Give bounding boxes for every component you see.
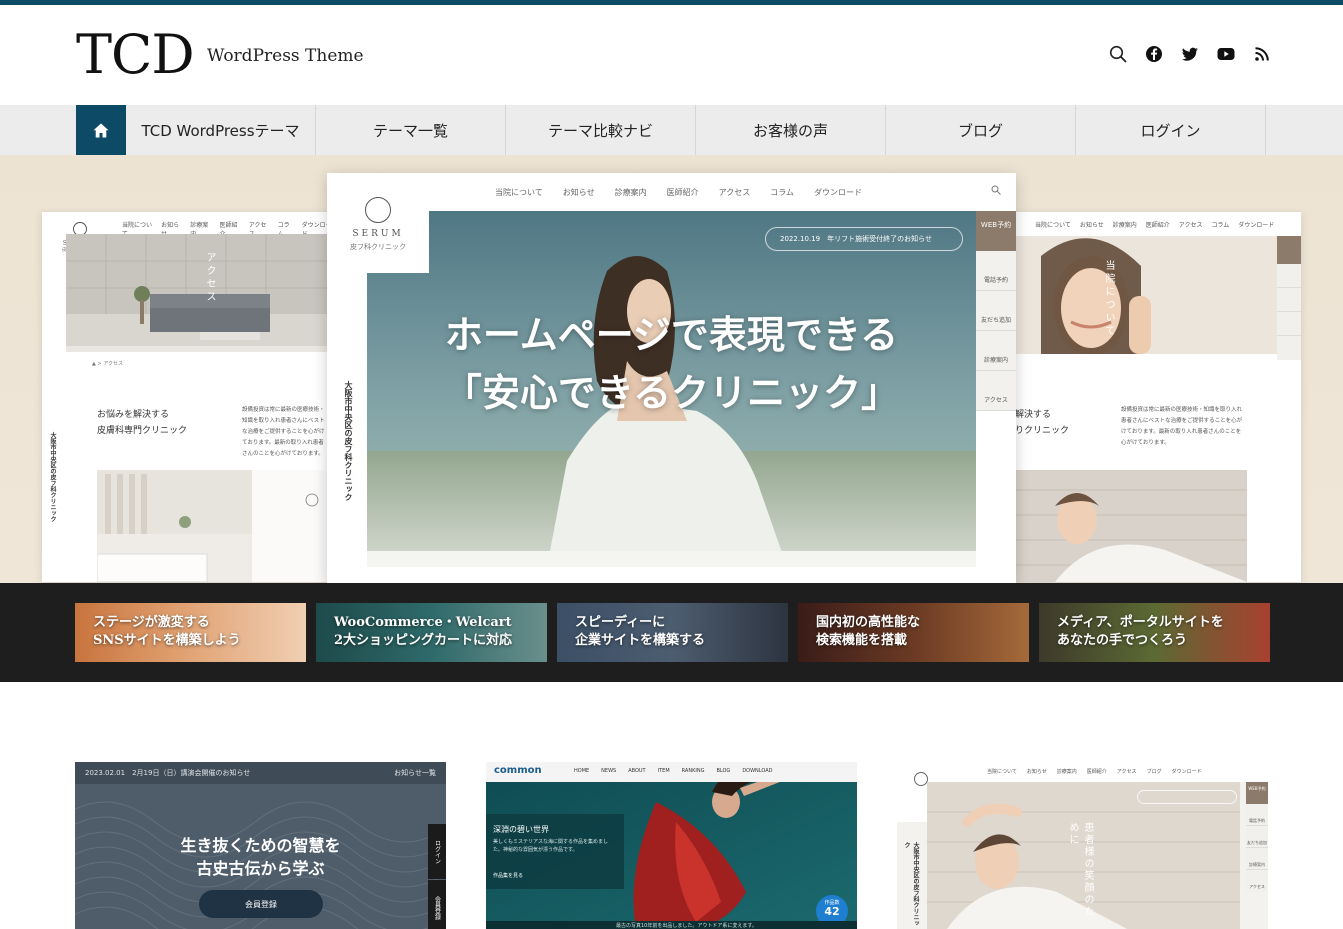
banner-search-line2: 検索機能を搭載 xyxy=(816,633,908,648)
header-icons xyxy=(1109,45,1271,63)
thumb-3-nav: 当院について お知らせ 診療案内 医師紹介 アクセス ブログ ダウンロード xyxy=(987,769,1202,775)
hero-left-preview: SERUM 皮フ科クリニック 当院についてお知らせ診療案内医師紹介アクセスコラム… xyxy=(42,212,332,582)
thumb-1-catchcopy: 生き抜くための智慧を 古史古伝から学ぶ xyxy=(180,836,341,878)
main-card-search-icon xyxy=(991,185,1001,195)
left-card-heading: お悩みを解決する 皮膚科専門クリニック xyxy=(97,410,188,436)
right-card-woman-photo xyxy=(1015,470,1247,582)
site-header: TCD WordPress Theme xyxy=(0,5,1343,105)
thumb-2-nav: HOME NEWS ABOUT ITEM RANKING BLOG DOWNLOAD xyxy=(574,768,773,774)
hero-slider[interactable]: SERUM 皮フ科クリニック 当院についてお知らせ診療案内医師紹介アクセスコラム… xyxy=(0,155,1343,583)
nav-item-customer-voice[interactable]: お客様の声 xyxy=(696,105,886,155)
side-web-reserve: WEB予約 xyxy=(976,211,1016,251)
banner-sns-line2: SNSサイトを構築しよう xyxy=(93,633,241,648)
nav-home-button[interactable] xyxy=(76,105,126,155)
youtube-icon[interactable] xyxy=(1217,45,1235,63)
left-card-lounge-photo xyxy=(66,234,328,352)
banner-strip: ステージが激変する SNSサイトを構築しよう WooCommerce・Welcar… xyxy=(0,583,1343,682)
thumb-1-side-register: 会員登録 xyxy=(428,880,446,929)
right-card-face-photo xyxy=(1011,236,1277,354)
banner-media-line2: あなたの手でつくろう xyxy=(1057,633,1188,648)
nav-item-tcd-wordpress[interactable]: TCD WordPressテーマ xyxy=(126,105,316,155)
right-card-body: 設備投資は常に最新の医療技術・知識を取り入れ患者さんにベストな治療をご提供するこ… xyxy=(1121,407,1243,446)
hero-right-preview: 当院について お知らせ 診療案内 医師紹介 アクセス コラム ダウンロード 当院について 解… xyxy=(1011,212,1301,582)
banner-media-line1: メディア、ポータルサイトを xyxy=(1057,615,1224,630)
twitter-icon[interactable] xyxy=(1181,45,1199,63)
nav-item-blog[interactable]: ブログ xyxy=(886,105,1076,155)
site-tagline: WordPress Theme xyxy=(207,46,364,66)
search-icon[interactable] xyxy=(1109,45,1127,63)
site-logo[interactable]: TCD xyxy=(76,23,195,86)
thumb-1-register-button: 会員登録 xyxy=(199,890,323,918)
left-card-breadcrumb: ▲ > アクセス xyxy=(92,361,123,367)
banner-woocommerce-line2: 2大ショッピングカートに対応 xyxy=(334,633,513,648)
theme-thumb-2[interactable]: common HOME NEWS ABOUT ITEM RANKING BLOG DOWNL… xyxy=(486,762,857,929)
right-card-side-buttons xyxy=(1277,236,1301,360)
rss-icon[interactable] xyxy=(1253,45,1271,63)
thumb-2-footer-text: 最古の写真10年前を出品しました。アウトドア系に変えます。 xyxy=(616,923,757,929)
thumb-3-vertical-text: 大阪市中央区の皮フ科クリニック xyxy=(903,842,919,926)
banner-corporate[interactable]: スピーディーに企業サイトを構築する xyxy=(557,603,788,662)
thumb-2-body: 美しくもミステリアスな海に関する作品を集めました。神秘的な雰囲気が漂う作品です。 xyxy=(493,839,609,853)
thumb-2-logo: common xyxy=(494,765,542,776)
main-card-notice-pill: 2022.10.19 年リフト施術受付終了のお知らせ xyxy=(765,227,963,251)
thumb-2-heading: 深淵の碧い世界 xyxy=(493,825,549,834)
theme-thumb-3[interactable]: 当院について お知らせ 診療案内 医師紹介 アクセス ブログ ダウンロード 大阪市中央区の皮… xyxy=(897,762,1268,929)
left-card-vertical-text: 大阪市中央区の皮フ科クリニック xyxy=(49,432,56,522)
right-card-photo-caption: 当院について xyxy=(1103,260,1114,338)
global-nav: TCD WordPressテーマ テーマ一覧 テーマ比較ナビ お客様の声 ブログ… xyxy=(0,105,1343,155)
thumb-1-topbar-text: 2023.02.01 2月19日（日）講演会開催のお知らせ xyxy=(85,769,251,777)
left-card-photo-caption: アクセス xyxy=(204,252,215,304)
thumb-3-notice-pill xyxy=(1137,790,1237,804)
thumb-1-topbar-link: お知らせ一覧 xyxy=(394,769,436,777)
thumb-3-catchcopy: 患者様の笑顔のために xyxy=(1067,822,1093,918)
banner-corporate-line1: スピーディーに xyxy=(575,615,666,630)
main-card-logo: SERUM 皮フ科クリニック xyxy=(327,173,429,273)
nav-item-login[interactable]: ログイン xyxy=(1076,105,1266,155)
thumb-3-side-buttons: WEB予約 電話予約 友だち追加 診療案内 アクセス xyxy=(1246,782,1268,892)
right-card-heading: 解決する りクリニック xyxy=(1015,410,1070,436)
hero-catchcopy: ホームページで表現できる 「安心できるクリニック」 xyxy=(443,312,900,415)
banner-sns[interactable]: ステージが激変する SNSサイトを構築しよう xyxy=(75,603,306,662)
left-card-reception-photo xyxy=(97,470,327,582)
thumb-2-link: 作品集を見る xyxy=(493,873,524,879)
banner-corporate-line2: 企業サイトを構築する xyxy=(575,633,706,648)
home-icon xyxy=(93,123,109,137)
nav-item-theme-compare[interactable]: テーマ比較ナビ xyxy=(506,105,696,155)
thumb-1-side-login: ログイン xyxy=(428,824,446,879)
nav-item-theme-list[interactable]: テーマ一覧 xyxy=(316,105,506,155)
banner-media[interactable]: メディア、ポータルサイトを あなたの手でつくろう xyxy=(1039,603,1270,662)
facebook-icon[interactable] xyxy=(1145,45,1163,63)
main-card-nav: 当院について お知らせ 診療案内 医師紹介 アクセス コラム ダウンロード xyxy=(495,188,862,197)
side-phone-reserve: 電話予約 xyxy=(976,251,1016,291)
banner-woocommerce[interactable]: WooCommerce・Welcart 2大ショッピングカートに対応 xyxy=(316,603,547,662)
theme-thumb-1[interactable]: 2023.02.01 2月19日（日）講演会開催のお知らせ お知らせ一覧 生き抜… xyxy=(75,762,446,929)
banner-sns-line1: ステージが激変する xyxy=(93,615,210,630)
banner-search[interactable]: 国内初の高性能な 検索機能を搭載 xyxy=(798,603,1029,662)
banner-woocommerce-line1: WooCommerce・Welcart xyxy=(334,615,512,630)
right-card-nav: 当院について お知らせ 診療案内 医師紹介 アクセス コラム ダウンロード xyxy=(1035,222,1275,229)
banner-search-line1: 国内初の高性能な xyxy=(816,615,921,630)
left-card-body: 設備投資は常に最新の医療技術・知識を取り入れ患者さんにベストな治療をご提供するこ… xyxy=(242,407,325,457)
